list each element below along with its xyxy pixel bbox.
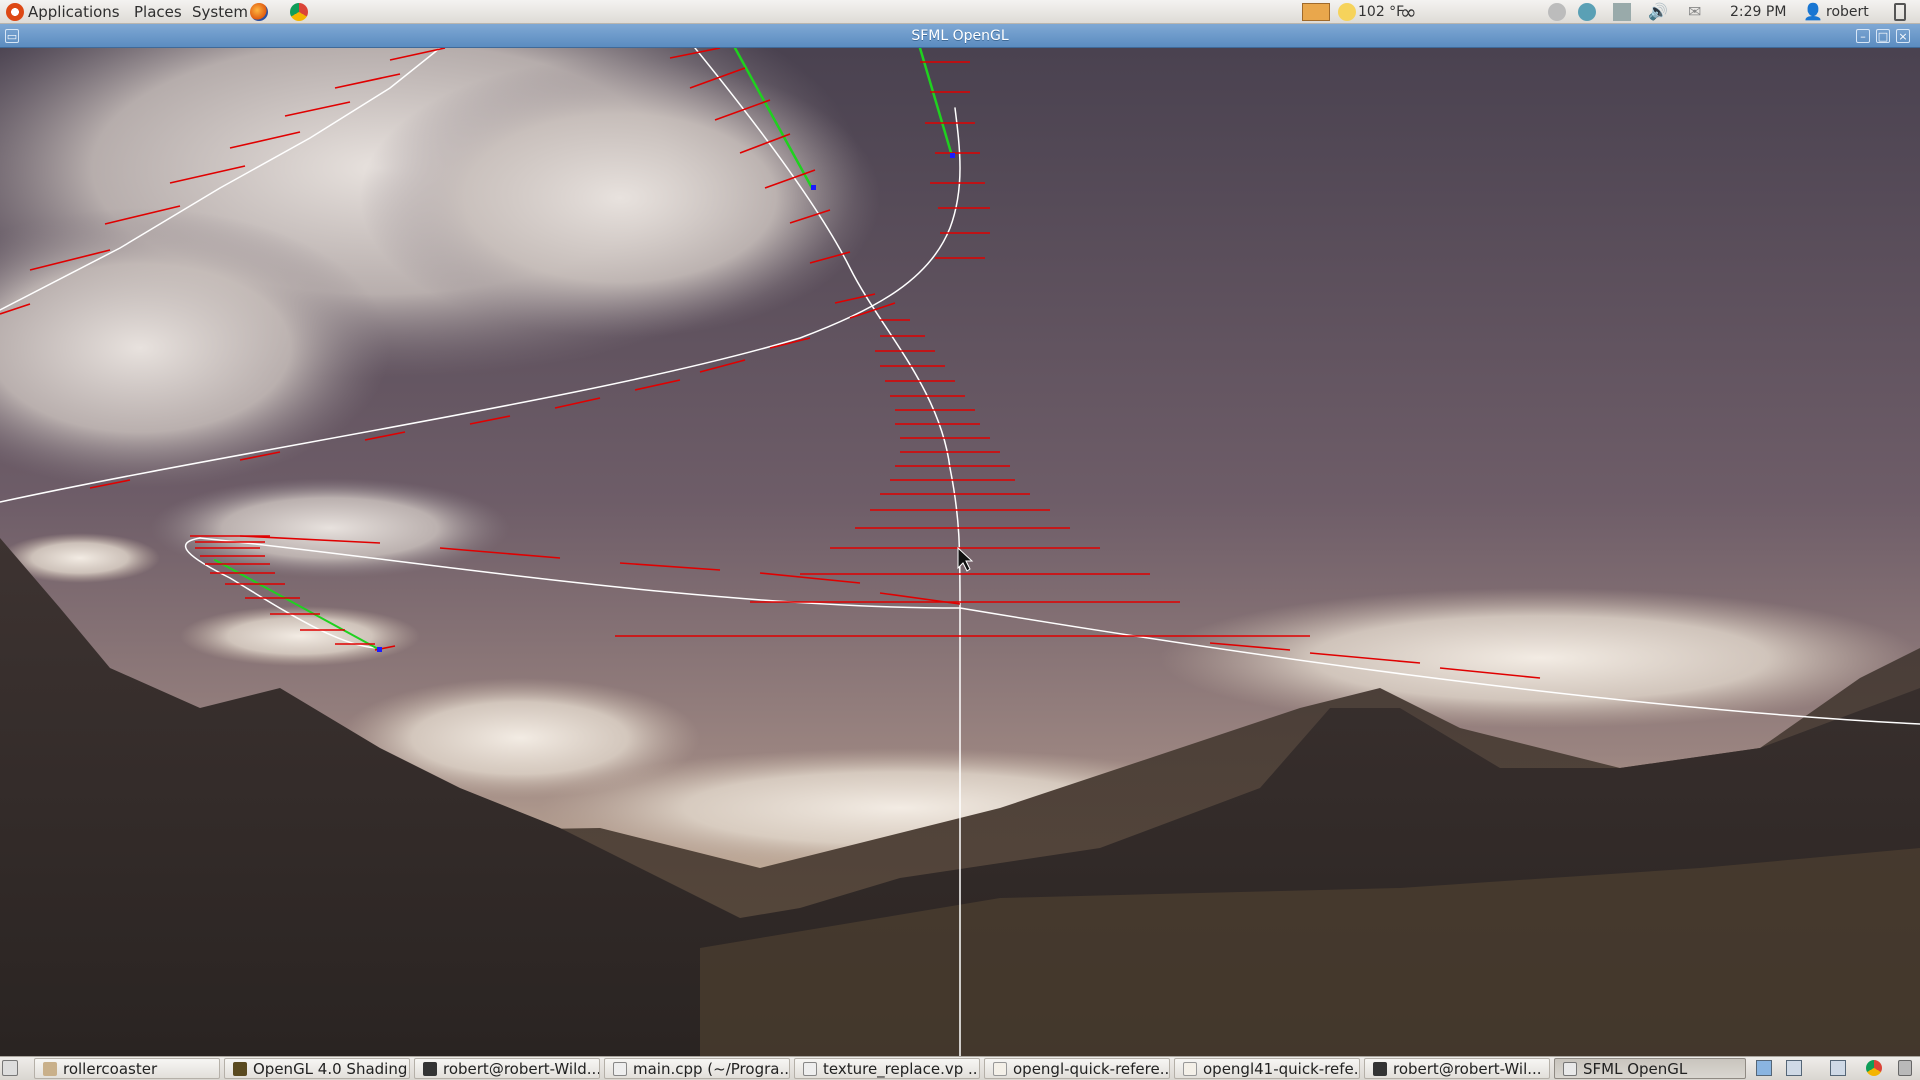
taskbar-item-main-cpp[interactable]: main.cpp (~/Progra... <box>604 1058 790 1079</box>
places-menu-label: Places <box>134 3 182 21</box>
taskbar-item-label: rollercoaster <box>63 1060 158 1078</box>
taskbar-item-opengl-shading[interactable]: OpenGL 4.0 Shading... <box>224 1058 410 1079</box>
folder-icon <box>43 1062 57 1076</box>
taskbar-item-label: robert@robert-Wild... <box>443 1060 600 1078</box>
taskbar: rollercoaster OpenGL 4.0 Shading... robe… <box>0 1056 1920 1080</box>
sun-icon <box>1338 3 1356 21</box>
taskbar-item-label: opengl-quick-refere... <box>1013 1060 1170 1078</box>
indicator-icon[interactable]: ∞ <box>1400 0 1417 24</box>
user-icon: 👤 <box>1803 2 1823 21</box>
text-editor-icon <box>803 1062 817 1076</box>
document-viewer-icon <box>233 1062 247 1076</box>
taskbar-item-opengl41-quick-ref[interactable]: opengl41-quick-refe... <box>1174 1058 1360 1079</box>
clock[interactable]: 2:29 PM <box>1730 0 1786 24</box>
weather-applet-icon[interactable] <box>1302 3 1330 21</box>
window-title: SFML OpenGL <box>911 28 1009 44</box>
taskbar-item-label: SFML OpenGL <box>1583 1060 1688 1078</box>
show-desktop-icon[interactable] <box>2 1060 18 1076</box>
window-icon <box>1563 1062 1577 1076</box>
taskbar-item-label: texture_replace.vp ... <box>823 1060 980 1078</box>
taskbar-item-opengl-quick-ref[interactable]: opengl-quick-refere... <box>984 1058 1170 1079</box>
user-name[interactable]: robert <box>1826 0 1869 24</box>
workspace-1-icon[interactable] <box>1756 1060 1772 1076</box>
text-editor-icon <box>613 1062 627 1076</box>
update-icon[interactable] <box>1548 3 1566 21</box>
taskbar-item-rollercoaster[interactable]: rollercoaster <box>34 1058 220 1079</box>
search-icon[interactable] <box>1613 3 1631 21</box>
firefox-icon[interactable] <box>250 3 268 21</box>
chrome-icon[interactable] <box>290 3 308 21</box>
taskbar-item-terminal-2[interactable]: robert@robert-Wil... <box>1364 1058 1550 1079</box>
pdf-icon <box>993 1062 1007 1076</box>
system-menu-label: System <box>192 3 248 21</box>
mail-icon[interactable]: ✉ <box>1688 0 1701 24</box>
ubuntu-logo-icon <box>6 3 24 21</box>
minimize-button[interactable]: – <box>1856 29 1870 43</box>
network-icon[interactable] <box>1578 3 1596 21</box>
taskbar-item-texture-replace[interactable]: texture_replace.vp ... <box>794 1058 980 1079</box>
taskbar-item-label: main.cpp (~/Progra... <box>633 1060 790 1078</box>
window-titlebar[interactable]: ▭ SFML OpenGL – □ × <box>0 24 1920 48</box>
taskbar-item-sfml-opengl[interactable]: SFML OpenGL <box>1554 1058 1746 1079</box>
taskbar-item-label: OpenGL 4.0 Shading... <box>253 1060 410 1078</box>
rollercoaster-scene <box>0 48 1920 1056</box>
terminal-icon <box>423 1062 437 1076</box>
top-panel: Applications Places System 102 °F ∞ 🔊 ✉ … <box>0 0 1920 24</box>
taskbar-item-terminal-1[interactable]: robert@robert-Wild... <box>414 1058 600 1079</box>
chrome-window-icon[interactable] <box>1866 1060 1882 1076</box>
pdf-icon <box>1183 1062 1197 1076</box>
applications-menu-label: Applications <box>28 3 120 21</box>
temperature-label: 102 °F <box>1358 4 1405 20</box>
volume-icon[interactable]: 🔊 <box>1648 0 1668 24</box>
trash-icon[interactable] <box>1898 1060 1912 1076</box>
places-menu[interactable]: Places <box>134 0 182 24</box>
workspace-2-icon[interactable] <box>1786 1060 1802 1076</box>
shutdown-icon[interactable] <box>1894 3 1906 21</box>
maximize-button[interactable]: □ <box>1876 29 1890 43</box>
close-button[interactable]: × <box>1896 29 1910 43</box>
taskbar-item-label: opengl41-quick-refe... <box>1203 1060 1360 1078</box>
system-menu[interactable]: System <box>192 0 248 24</box>
workspace-3-icon[interactable] <box>1830 1060 1846 1076</box>
taskbar-item-label: robert@robert-Wil... <box>1393 1060 1542 1078</box>
applications-menu[interactable]: Applications <box>6 0 120 24</box>
terminal-icon <box>1373 1062 1387 1076</box>
opengl-viewport[interactable] <box>0 48 1920 1056</box>
